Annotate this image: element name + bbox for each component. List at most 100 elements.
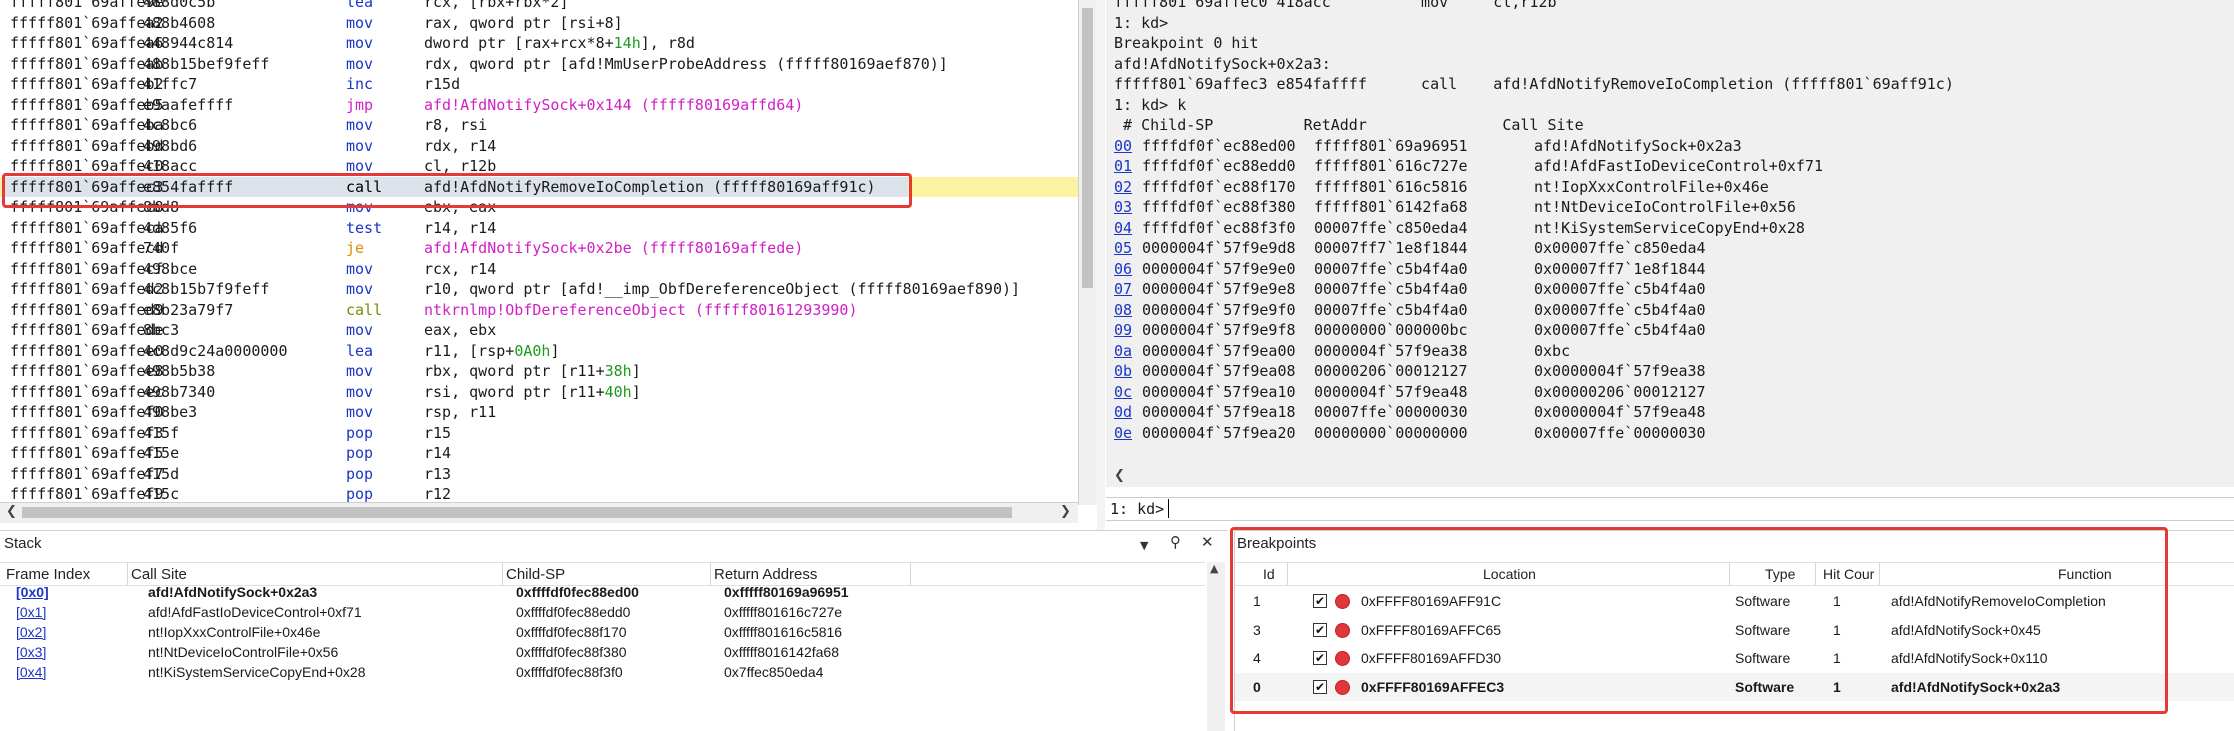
operand-text: r14, r14: [424, 218, 497, 237]
instruction-operands: r10, qword ptr [afd!__imp_ObfDereference…: [424, 279, 1020, 300]
column-child-sp[interactable]: Child-SP: [506, 566, 565, 583]
call-site: 0x00007ff7`1e8f1844: [1534, 259, 1706, 278]
frame-number-link[interactable]: 0a: [1114, 342, 1132, 360]
dropdown-icon[interactable]: ▼: [1140, 539, 1148, 552]
frame-number-link[interactable]: 04: [1114, 219, 1132, 237]
disassembly-line[interactable]: fffff801`69affede 8bc3 mov eax, ebx: [0, 320, 1078, 341]
operand-text: rbx, qword ptr [r11+: [424, 362, 605, 380]
column-call-site[interactable]: Call Site: [131, 566, 187, 583]
breakpoints-highlight: [1230, 527, 2168, 714]
disassembly-line[interactable]: fffff801`69affef0 498be3 mov rsp, r11: [0, 402, 1078, 423]
frame-number-link[interactable]: 03: [1114, 198, 1132, 216]
close-icon[interactable]: ✕: [1201, 533, 1214, 551]
disassembly-line[interactable]: fffff801`69affecf 498bce mov rcx, r14: [0, 259, 1078, 280]
scroll-thumb[interactable]: [22, 507, 1012, 518]
scroll-up-icon[interactable]: ▲: [1210, 562, 1218, 575]
scroll-right-icon[interactable]: ❯: [1060, 504, 1071, 519]
disassembly-line[interactable]: fffff801`69affecd 740f je afd!AfdNotifySock…: [0, 238, 1078, 259]
frame-index-link[interactable]: [0x2]: [16, 624, 46, 640]
frame-number-link[interactable]: 00: [1114, 137, 1132, 155]
instruction-mnemonic: pop: [346, 444, 374, 462]
instruction-mnemonic: mov: [346, 136, 374, 155]
instruction-bytes: 4d85f6: [143, 218, 198, 237]
instruction-mnemonic: mov: [346, 259, 374, 278]
command-output-line: # Child-SP RetAddr Call Site: [1114, 116, 1584, 134]
stack-frame-row[interactable]: [0x4] nt!KiSystemServiceCopyEnd+0x28 0xfff…: [0, 664, 1205, 694]
frame-index-link[interactable]: [0x0]: [16, 584, 49, 600]
frame-number-link[interactable]: 0e: [1114, 424, 1132, 442]
frame-number-link[interactable]: 08: [1114, 301, 1132, 319]
disassembly-line[interactable]: fffff801`69affeca 4d85f6 test r14, r14: [0, 218, 1078, 239]
scroll-thumb[interactable]: [1082, 8, 1093, 288]
disassembly-line[interactable]: fffff801`69affeab 488b15bef9feff mov rdx, q…: [0, 54, 1078, 75]
pane-splitter[interactable]: [1097, 0, 1105, 530]
instruction-address: fffff801`69affeba: [10, 116, 164, 134]
frame-number-link[interactable]: 02: [1114, 178, 1132, 196]
frame-number-link[interactable]: 01: [1114, 157, 1132, 175]
column-return-address[interactable]: Return Address: [714, 566, 817, 583]
instruction-operands: rdx, r14: [424, 136, 496, 157]
disassembly-horizontal-scrollbar[interactable]: ❮ ❯: [0, 502, 1078, 523]
instruction-mnemonic: mov: [346, 34, 374, 52]
instruction-address: fffff801`69affeab: [10, 54, 164, 73]
disassembly-line[interactable]: fffff801`69affef5 415e pop r14: [0, 443, 1078, 464]
disassembly-line[interactable]: fffff801`69affeec 498b7340 mov rsi, qword p…: [0, 382, 1078, 403]
disassembly-line[interactable]: fffff801`69affee8 498b5b38 mov rbx, qword p…: [0, 361, 1078, 382]
disassembly-line[interactable]: fffff801`69affee0 4c8d9c24a0000000 lea r11,…: [0, 341, 1078, 362]
frame-number-link[interactable]: 05: [1114, 239, 1132, 257]
instruction-mnemonic: pop: [346, 464, 374, 483]
instruction-mnemonic: mov: [346, 382, 374, 401]
disassembly-line[interactable]: fffff801`69affeb5 e9aafeffff jmp afd!AfdNot…: [0, 95, 1078, 116]
instruction-address: fffff801`69affed9: [10, 300, 164, 319]
disassembly-line[interactable]: fffff801`69affea6 448944c814 mov dword ptr …: [0, 33, 1078, 54]
disassembly-line[interactable]: fffff801`69affed9 e8b23a79f7 call ntkrnlmp!…: [0, 300, 1078, 321]
instruction-address: fffff801`69affecf: [10, 259, 164, 278]
operand-text: afd!AfdNotifySock+0x2be (fffff80169affed…: [424, 239, 804, 257]
frame-number-link[interactable]: 09: [1114, 321, 1132, 339]
return-address: 00007ffe`c850eda4: [1314, 218, 1468, 237]
instruction-operands: rsi, qword ptr [r11+40h]: [424, 382, 641, 403]
operand-text: rdx, qword ptr [afd!MmUserProbeAddress (…: [424, 54, 948, 73]
operand-text: r10, qword ptr [afd!__imp_ObfDereference…: [424, 280, 1021, 298]
disassembly-pane[interactable]: fffff801`69affe9e 488d0c5b lea rcx, [rbx+rb…: [0, 0, 1078, 505]
disassembly-line[interactable]: fffff801`69affea2 488b4608 mov rax, qword p…: [0, 13, 1078, 34]
stack-trace-line: 03 ffffdf0f`ec88f380 fffff801`6142fa68 nt!N…: [1114, 197, 1796, 218]
operand-text: ]: [550, 341, 560, 360]
instruction-mnemonic: pop: [346, 423, 374, 442]
frame-index-link[interactable]: [0x1]: [16, 604, 46, 620]
command-output-line: 1: kd> k: [1114, 95, 1187, 114]
command-output-line: afd!AfdNotifySock+0x2a3:: [1114, 54, 1331, 73]
pin-icon[interactable]: ⚲: [1170, 533, 1181, 551]
disassembly-line[interactable]: fffff801`69affed2 4c8b15b7f9feff mov r10, q…: [0, 279, 1078, 300]
stack-trace-line: 06 0000004f`57f9e9e0 00007ffe`c5b4f4a0 0x00…: [1114, 259, 1706, 280]
command-horizontal-scrollbar[interactable]: ❮: [1106, 467, 2234, 487]
frame-index-link[interactable]: [0x3]: [16, 644, 46, 660]
disassembly-line[interactable]: fffff801`69affef7 415d pop r13: [0, 464, 1078, 485]
disassembly-line[interactable]: fffff801`69affeba 4c8bc6 mov r8, rsi: [0, 115, 1078, 136]
disassembly-line[interactable]: fffff801`69affe9e 488d0c5b lea rcx, [rbx+rb…: [0, 0, 1078, 13]
scroll-left-icon[interactable]: ❮: [6, 504, 17, 519]
stack-vertical-scrollbar[interactable]: ▲: [1207, 562, 1225, 731]
child-sp: 0xffffdf0fec88f380: [516, 644, 627, 660]
disassembly-line[interactable]: fffff801`69affef3 415f pop r15: [0, 423, 1078, 444]
command-input[interactable]: [1168, 499, 2219, 518]
scroll-left-icon[interactable]: ❮: [1114, 468, 1125, 483]
frame-number-link[interactable]: 0d: [1114, 403, 1132, 421]
command-output-line: fffff801`69affec3 e854faffff call afd!Af…: [1114, 75, 1954, 93]
return-address: 0xfffff801616c5816: [724, 624, 843, 640]
disassembly-line[interactable]: fffff801`69affebd 498bd6 mov rdx, r14: [0, 136, 1078, 157]
disassembly-line[interactable]: fffff801`69affeb2 41ffc7 inc r15d: [0, 74, 1078, 95]
instruction-bytes: 488b4608: [143, 13, 216, 32]
frame-number-link[interactable]: 06: [1114, 260, 1132, 278]
disassembly-vertical-scrollbar[interactable]: [1078, 0, 1097, 505]
command-output-pane[interactable]: fffff801`69affec0 418acc mov cl,r12b 1: k…: [1106, 0, 2234, 475]
operand-text: r14: [424, 444, 452, 462]
frame-number-link[interactable]: 0b: [1114, 362, 1132, 380]
instruction-bytes: 415f: [143, 423, 180, 442]
frame-index-link[interactable]: [0x4]: [16, 664, 46, 680]
frame-number-link[interactable]: 0c: [1114, 383, 1132, 401]
frame-number-link[interactable]: 07: [1114, 280, 1132, 298]
instruction-operands: r13: [424, 464, 451, 485]
column-frame-index[interactable]: Frame Index: [6, 566, 90, 583]
instruction-address: fffff801`69affeb5: [10, 95, 164, 114]
